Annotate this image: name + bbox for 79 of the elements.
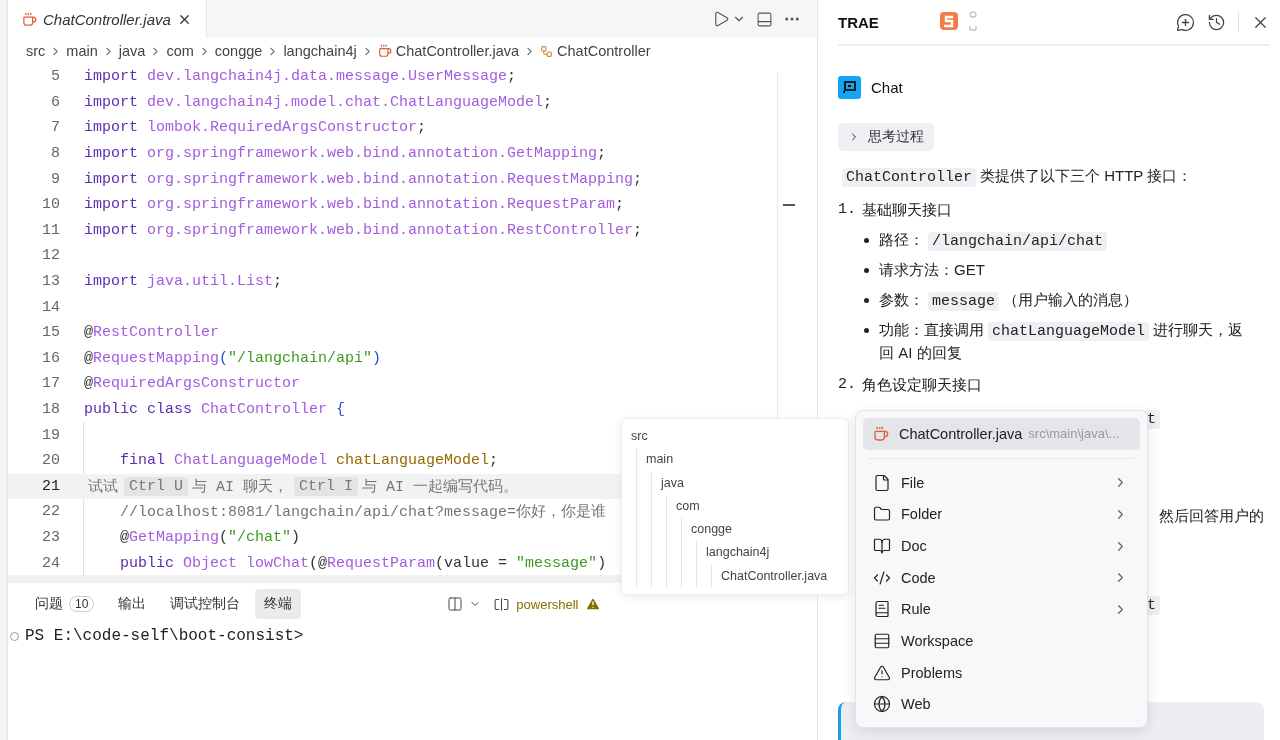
line-number: 6: [50, 93, 60, 111]
file-name: ChatController.java: [899, 425, 1023, 442]
section-title: 角色设定聊天接口: [862, 376, 982, 395]
code-line: public class ChatController {: [84, 401, 346, 418]
menu-label: Code: [901, 569, 936, 586]
code-line: import lombok.RequiredArgsConstructor;: [84, 119, 427, 137]
code-line: @RequiredArgsConstructor: [84, 375, 301, 393]
line-number: 17: [41, 375, 60, 393]
code-line: import org.springframework.web.bind.annotation.RequestMapping;: [84, 170, 643, 188]
code-line: import org.springframework.web.bind.annotation.RequestParam;: [84, 196, 625, 214]
text: 功能：直接调用: [879, 321, 984, 338]
folder-name: main: [646, 451, 674, 469]
code-line: import java.util.List;: [84, 273, 283, 291]
inline-code: chatLanguageModel: [988, 322, 1150, 341]
text: 进行聊天，返: [1153, 321, 1244, 338]
inline-code: ChatController: [842, 168, 977, 187]
hint-text: 与 AI 聊天，: [192, 477, 289, 496]
hint-text: 试试: [88, 477, 118, 496]
line-number: 21: [41, 477, 60, 495]
line-number: 16: [41, 349, 60, 367]
inline-code: message: [928, 292, 999, 311]
menu-label: Folder: [901, 506, 943, 523]
folder-name: langchain4j: [706, 544, 770, 562]
menu-label: Doc: [901, 538, 927, 554]
tab-title: ChatController.java: [43, 10, 171, 28]
line-number: 11: [41, 221, 60, 239]
line-number: 22: [41, 503, 60, 521]
line-number: 20: [41, 452, 60, 470]
section-title: 基础聊天接口: [862, 201, 952, 220]
line-number: 14: [41, 298, 60, 316]
hint-text: 与 AI 一起编写代码。: [362, 477, 519, 496]
shortcut-key: Ctrl U: [124, 476, 188, 496]
code-line: @GetMapping("/chat"): [120, 529, 301, 546]
code-line: //localhost:8081/langchain/api/chat?message=你好，你是谁: [120, 502, 607, 522]
app-title: TRAE: [838, 13, 880, 31]
text: 类提供了以下三个 HTTP 接口：: [980, 167, 1193, 184]
code-line: import org.springframework.web.bind.annotation.RestController;: [84, 221, 643, 239]
line-number: 10: [41, 196, 60, 214]
line-number: 12: [41, 247, 60, 265]
menu-label: Rule: [901, 601, 931, 618]
text: 参数：: [879, 291, 924, 308]
line-number: 23: [41, 529, 60, 546]
code-line: import dev.langchain4j.data.message.UserMessage;: [84, 68, 517, 86]
code-line: import dev.langchain4j.model.chat.ChatLanguageModel;: [84, 93, 553, 111]
folder-name: java: [661, 474, 684, 492]
shortcut-key: Ctrl I: [294, 476, 359, 496]
menu-label: File: [901, 474, 925, 491]
list-number: 1.: [838, 201, 856, 220]
line-number: 8: [50, 145, 60, 163]
text: 回 AI 的回复: [879, 343, 962, 363]
line-number: 19: [41, 426, 60, 444]
code-line: @RestController: [84, 324, 220, 342]
folder-name: ChatController.java: [721, 567, 828, 585]
terminal-prompt: PS E:\code-self\boot-consist>: [25, 627, 304, 645]
line-number: 9: [50, 170, 60, 188]
line-number: 18: [41, 401, 60, 418]
line-number: 24: [41, 554, 60, 572]
text: 路径：: [879, 231, 924, 248]
menu-label: Web: [901, 696, 931, 713]
folder-name: src: [631, 428, 648, 445]
text: （用户输入的消息）: [1003, 291, 1138, 308]
code-line: import org.springframework.web.bind.annotation.GetMapping;: [84, 145, 607, 163]
menu-label: Problems: [901, 664, 963, 681]
line-number: 7: [50, 119, 60, 137]
code-line: final ChatLanguageModel chatLanguageModel;: [120, 452, 499, 470]
inline-code: /langchain/api/chat: [928, 232, 1108, 251]
menu-label: Workspace: [901, 632, 974, 649]
folder-name: congge: [691, 521, 732, 539]
list-number: 2.: [838, 376, 856, 395]
line-number: 15: [41, 324, 60, 342]
line-number: 5: [50, 68, 60, 86]
text: 然后回答用户的: [1159, 507, 1264, 526]
folder-name: com: [676, 497, 700, 515]
chat-label: Chat: [871, 79, 903, 96]
file-path: src\main\java\...: [1028, 426, 1120, 442]
line-number: 13: [41, 273, 60, 291]
text: 请求方法：GET: [879, 261, 985, 278]
code-line: @RequestMapping("/langchain/api"): [84, 349, 382, 367]
code-line: public Object lowChat(@RequestParam(value = "message"): [120, 554, 607, 572]
